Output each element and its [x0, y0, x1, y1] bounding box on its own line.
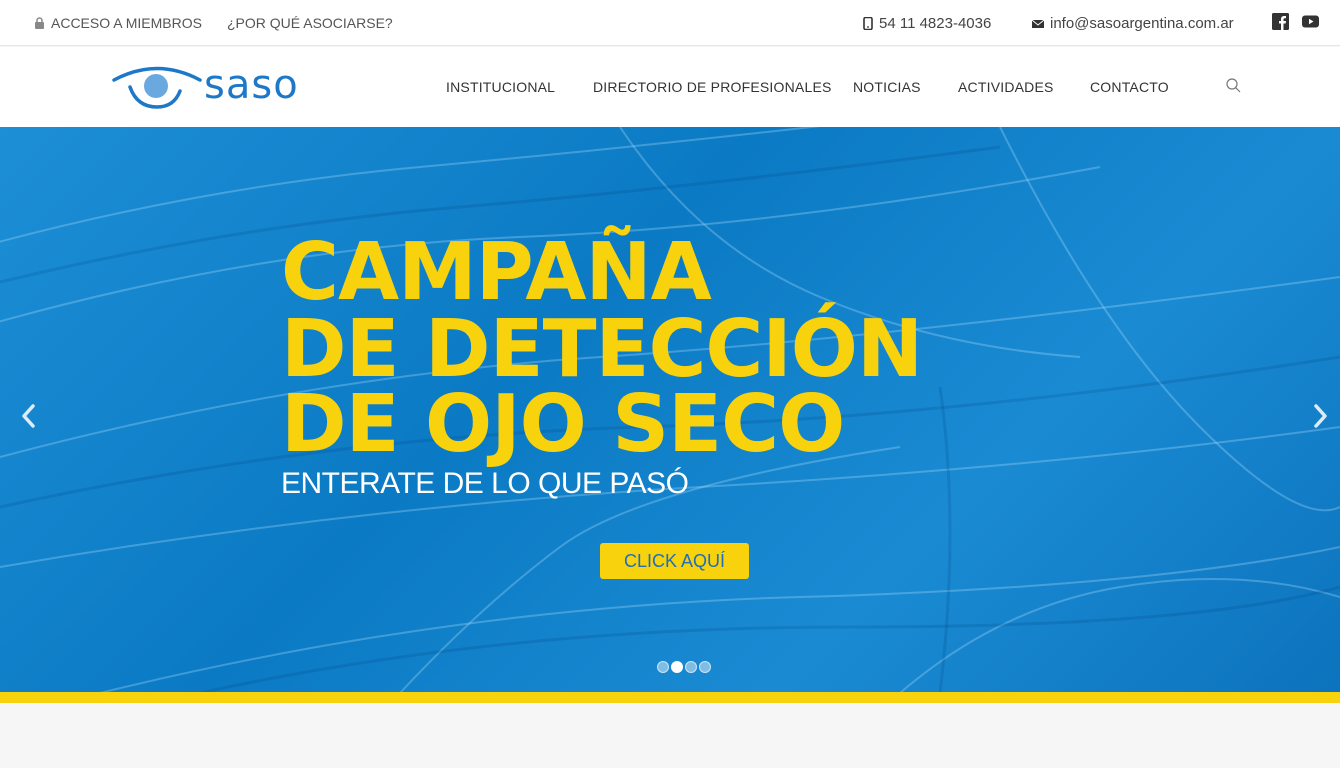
- next-slide-arrow-icon[interactable]: [1311, 401, 1331, 431]
- nav-item-noticias[interactable]: NOTICIAS: [853, 79, 921, 95]
- eye-logo-icon: [112, 66, 202, 109]
- phone-link[interactable]: 54 11 4823-4036: [863, 15, 991, 32]
- email-link[interactable]: info@sasoargentina.com.ar: [1032, 15, 1234, 32]
- nav-item-directorio[interactable]: DIRECTORIO DE PROFESIONALES: [593, 79, 832, 95]
- slider-dot-3[interactable]: [685, 661, 697, 673]
- yellow-divider: [0, 692, 1340, 703]
- hero-title-line-1: CAMPAÑA: [281, 226, 712, 318]
- slider-dot-1[interactable]: [657, 661, 669, 673]
- why-join-link[interactable]: ¿POR QUÉ ASOCIARSE?: [227, 15, 393, 31]
- phone-number: 54 11 4823-4036: [879, 15, 992, 32]
- lock-icon: [35, 17, 44, 29]
- nav-item-actividades[interactable]: ACTIVIDADES: [958, 79, 1054, 95]
- saso-logo[interactable]: saso: [112, 62, 302, 111]
- why-join-label: ¿POR QUÉ ASOCIARSE?: [227, 15, 393, 31]
- mail-icon: [1032, 19, 1044, 28]
- facebook-icon[interactable]: [1272, 13, 1289, 30]
- youtube-icon[interactable]: [1302, 13, 1319, 30]
- hero-subtitle: ENTERATE DE LO QUE PASÓ: [281, 467, 689, 500]
- nav-item-institucional[interactable]: INSTITUCIONAL: [446, 79, 555, 95]
- hero-slider: CAMPAÑA DE DETECCIÓN DE OJO SECO ENTERAT…: [0, 127, 1340, 693]
- phone-icon: [863, 17, 873, 30]
- members-access-label: ACCESO A MIEMBROS: [51, 15, 202, 31]
- members-access-link[interactable]: ACCESO A MIEMBROS: [34, 15, 202, 31]
- click-here-button[interactable]: CLICK AQUÍ: [600, 543, 749, 579]
- logo-text: saso: [204, 62, 299, 108]
- hero-title-line-3: DE OJO SECO: [281, 378, 845, 470]
- slider-dot-2[interactable]: [671, 661, 683, 673]
- main-header: saso INSTITUCIONAL DIRECTORIO DE PROFESI…: [0, 47, 1340, 127]
- nav-item-contacto[interactable]: CONTACTO: [1090, 79, 1169, 95]
- email-address: info@sasoargentina.com.ar: [1050, 15, 1234, 32]
- slider-dots: [657, 661, 711, 673]
- search-icon[interactable]: [1226, 78, 1241, 93]
- previous-slide-arrow-icon[interactable]: [18, 401, 38, 431]
- slider-dot-4[interactable]: [699, 661, 711, 673]
- top-bar: ACCESO A MIEMBROS ¿POR QUÉ ASOCIARSE? 54…: [0, 0, 1340, 46]
